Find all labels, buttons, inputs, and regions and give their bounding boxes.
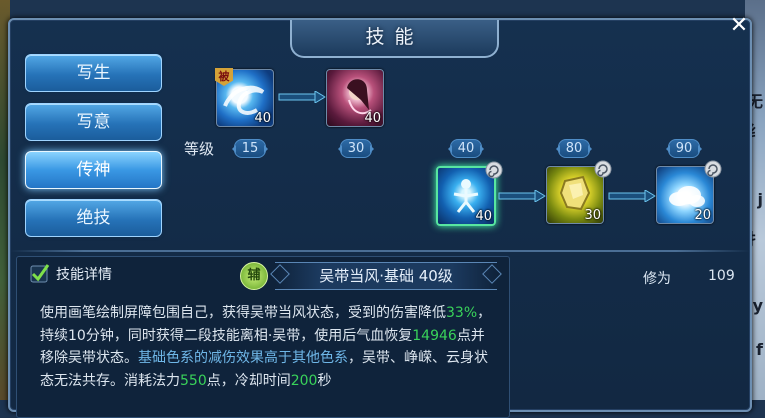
support-type-badge: 辅: [240, 262, 268, 290]
close-button[interactable]: ✕: [728, 15, 750, 38]
cultivation-label: 修为: [643, 271, 671, 287]
cultivation-value: 109: [708, 268, 735, 284]
arrow-right-icon: [498, 190, 546, 202]
meditating-figure-skill-icon[interactable]: 40: [436, 161, 503, 226]
level-requirement: 40: [448, 139, 484, 158]
cloud-skill-icon[interactable]: 20: [656, 160, 722, 224]
description-text: 秒: [317, 372, 332, 389]
upgrade-swirl-icon: [485, 161, 503, 179]
tab-xiesheng[interactable]: 写生: [25, 54, 162, 92]
blue-wave-skill-icon[interactable]: 被 40: [215, 68, 274, 127]
tab-xieyi[interactable]: 写意: [25, 103, 162, 141]
background-text-fragment: j: [757, 190, 763, 209]
skill-level: 30: [584, 208, 601, 223]
arrow-right-icon: [608, 190, 656, 202]
damage-reduction-value: 33%: [446, 305, 478, 321]
color-bonus-note: 基础色系的减伤效果高于其他色系: [138, 350, 348, 366]
skill-level: 40: [475, 209, 492, 224]
skill-description: 使用画笔绘制屏障包围自己，获得吴带当风状态，受到的伤害降低33%，持续10分钟，…: [40, 302, 495, 392]
arrow-right-icon: [278, 91, 326, 103]
upgrade-swirl-icon: [704, 160, 722, 178]
level-label: 等级: [184, 140, 215, 158]
skill-window: 技能 ✕ 写生 写意 传神 绝技 被 40 40 等级 15 30 40 80 …: [8, 15, 752, 418]
description-text: 点，冷却时间: [206, 372, 291, 389]
tab-chuanshen[interactable]: 传神: [25, 151, 162, 189]
section-divider: [10, 250, 750, 252]
mana-cost-value: 550: [180, 372, 207, 389]
level-requirement: 15: [232, 139, 268, 158]
background-text-fragment: f: [756, 340, 763, 359]
background-text-fragment: y: [752, 296, 763, 315]
skill-level: 20: [694, 208, 711, 223]
upgrade-swirl-icon: [594, 160, 612, 178]
lady-portrait-skill-icon[interactable]: 40: [326, 69, 384, 127]
heal-value: 14946: [412, 327, 457, 344]
window-title: 技能: [290, 20, 499, 58]
skill-level: 40: [254, 111, 271, 126]
tab-jueji[interactable]: 绝技: [25, 199, 162, 237]
skill-level: 40: [364, 111, 381, 126]
level-requirement: 90: [666, 139, 702, 158]
detail-heading: 技能详情: [56, 267, 112, 283]
level-requirement: 30: [338, 139, 374, 158]
skill-name-plate: 吴带当风·基础 40级: [275, 262, 497, 290]
golden-rock-skill-icon[interactable]: 30: [546, 160, 612, 224]
description-text: 使用画笔绘制屏障包围自己，获得吴带当风状态，受到的伤害降低: [40, 305, 446, 321]
level-requirement: 80: [556, 139, 592, 158]
cooldown-value: 200: [290, 372, 318, 389]
checkmark-icon: [30, 264, 50, 283]
